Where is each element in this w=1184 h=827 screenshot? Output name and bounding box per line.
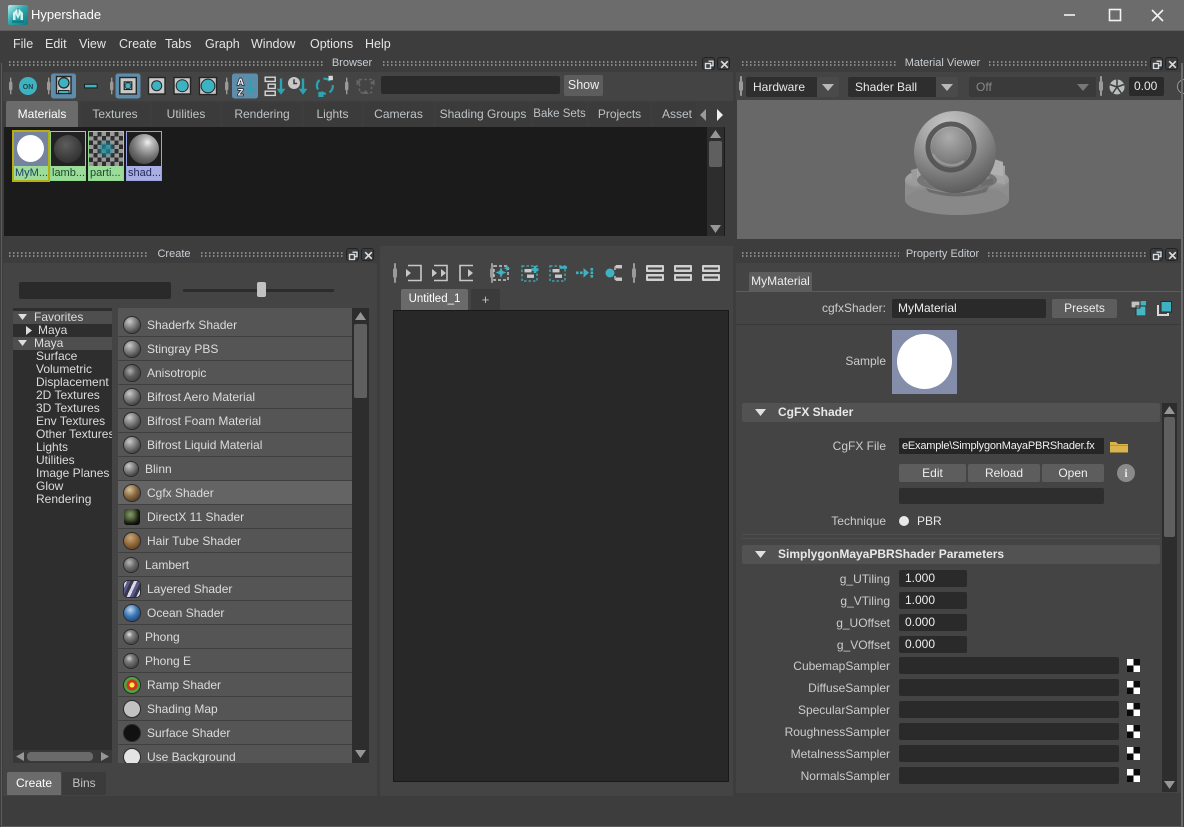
svg-text:Z: Z [238,88,244,99]
svg-text:A: A [237,77,244,88]
svg-text:ON: ON [23,84,34,91]
